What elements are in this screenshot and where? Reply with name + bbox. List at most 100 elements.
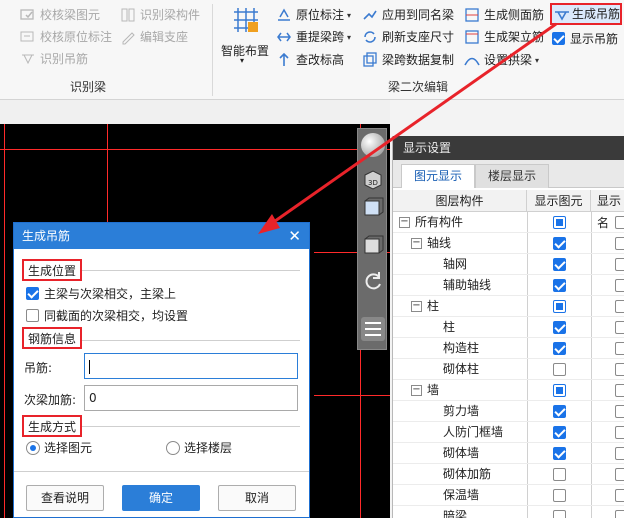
hanger-label: 吊筋: <box>24 361 53 375</box>
show-name-checkbox[interactable] <box>615 384 624 397</box>
show-element-checkbox[interactable] <box>553 279 566 292</box>
layer-name: 墙 <box>427 383 440 397</box>
layer-name: 暗梁 <box>443 509 468 518</box>
smart-layout-button[interactable]: 智能布置 ▾ <box>218 4 272 72</box>
close-icon[interactable]: ✕ <box>288 223 301 249</box>
show-name-checkbox[interactable] <box>615 363 624 376</box>
table-row[interactable]: 保温墙 <box>393 485 624 506</box>
smart-layout-icon <box>234 8 258 32</box>
show-element-checkbox[interactable] <box>553 342 566 355</box>
rotate-icon[interactable] <box>361 269 385 293</box>
cancel-button[interactable]: 取消 <box>218 485 296 511</box>
table-row[interactable]: − 轴线 <box>393 233 624 254</box>
elevation-icon <box>279 52 289 66</box>
identify-beam-icon <box>121 8 135 22</box>
apply-same-icon <box>363 10 377 20</box>
cube-view-icon[interactable] <box>361 233 385 257</box>
checkbox[interactable] <box>552 32 565 45</box>
collapse-toggle-icon[interactable]: − <box>411 301 422 312</box>
box-view-icon[interactable] <box>361 195 385 219</box>
generate-hanger-button[interactable]: 生成吊筋 <box>550 3 622 25</box>
section-rebar-info: 钢筋信息 <box>22 327 83 349</box>
copy-icon <box>363 52 377 67</box>
layer-name: 剪力墙 <box>443 404 480 418</box>
show-name-checkbox[interactable] <box>615 447 624 460</box>
show-element-checkbox[interactable] <box>553 489 566 502</box>
show-element-checkbox[interactable] <box>553 258 566 271</box>
panel-title: 显示设置 <box>393 136 624 160</box>
grid-settings-icon[interactable] <box>361 317 385 341</box>
group-label-identify-beam: 识别梁 <box>70 80 107 94</box>
checkbox[interactable] <box>26 287 39 300</box>
hanger-input[interactable] <box>84 353 298 379</box>
show-name-checkbox[interactable] <box>615 216 624 229</box>
collapse-toggle-icon[interactable]: − <box>399 217 410 228</box>
table-row[interactable]: − 墙 <box>393 380 624 401</box>
table-row[interactable]: 暗梁 <box>393 506 624 518</box>
grid-line <box>314 395 390 396</box>
show-element-checkbox[interactable] <box>553 321 566 334</box>
3d-view-icon[interactable]: 3D <box>361 167 385 191</box>
show-name-checkbox[interactable] <box>615 321 624 334</box>
show-name-checkbox[interactable] <box>615 342 624 355</box>
show-name-checkbox[interactable] <box>615 258 624 271</box>
tab-element-display[interactable]: 图元显示 <box>401 164 476 188</box>
dialog-title: 生成吊筋 <box>14 223 309 249</box>
show-name-checkbox[interactable] <box>615 300 624 313</box>
tab-floor-display[interactable]: 楼层显示 <box>475 164 550 188</box>
checkbox[interactable] <box>26 309 39 322</box>
show-name-checkbox[interactable] <box>615 279 624 292</box>
secondary-rebar-input[interactable]: 0 <box>84 385 298 411</box>
chevron-down-icon: ▾ <box>240 56 245 65</box>
table-row[interactable]: 砌体柱 <box>393 359 624 380</box>
layer-name: 柱 <box>443 320 456 334</box>
check-beam-icon <box>20 9 34 20</box>
chevron-down-icon: ▾ <box>347 32 352 42</box>
layer-name: 柱 <box>427 299 440 313</box>
table-row[interactable]: 剪力墙 <box>393 401 624 422</box>
show-element-checkbox[interactable] <box>553 405 566 418</box>
show-name-checkbox[interactable] <box>615 405 624 418</box>
table-row[interactable]: 砌体墙 <box>393 443 624 464</box>
show-element-checkbox[interactable] <box>553 300 566 313</box>
radio-button[interactable] <box>26 441 40 455</box>
table-row[interactable]: − 柱 <box>393 296 624 317</box>
show-element-checkbox[interactable] <box>553 384 566 397</box>
orbit-icon[interactable] <box>361 133 385 157</box>
ok-button[interactable]: 确定 <box>122 485 200 511</box>
hanger-icon <box>555 11 569 21</box>
show-name-checkbox[interactable] <box>615 237 624 250</box>
table-row[interactable]: 砌体加筋 <box>393 464 624 485</box>
view-help-button[interactable]: 查看说明 <box>26 485 104 511</box>
show-name-checkbox[interactable] <box>615 426 624 439</box>
table-row[interactable]: 轴网 <box>393 254 624 275</box>
check-annotation-icon <box>20 31 34 42</box>
show-element-checkbox[interactable] <box>553 237 566 250</box>
show-name-checkbox[interactable] <box>615 468 624 481</box>
panel-tabs: 图元显示 楼层显示 <box>393 160 624 188</box>
show-element-checkbox[interactable] <box>553 426 566 439</box>
chevron-down-icon: ▾ <box>535 55 540 65</box>
show-name-checkbox[interactable] <box>615 510 624 518</box>
show-element-checkbox[interactable] <box>553 363 566 376</box>
radio-button[interactable] <box>166 441 180 455</box>
collapse-toggle-icon[interactable]: − <box>411 385 422 396</box>
divider <box>14 471 309 472</box>
table-row[interactable]: 辅助轴线 <box>393 275 624 296</box>
collapse-toggle-icon[interactable]: − <box>411 238 422 249</box>
ribbon: 校核梁图元 识别梁构件 校核原位标注 编辑支座 识别吊筋 识别梁 智能布置 ▾ … <box>0 0 624 100</box>
show-element-checkbox[interactable] <box>553 447 566 460</box>
layer-name: 辅助轴线 <box>443 278 492 292</box>
show-element-checkbox[interactable] <box>553 468 566 481</box>
table-row[interactable]: 人防门框墙 <box>393 422 624 443</box>
table-row[interactable]: 构造柱 <box>393 338 624 359</box>
table-row[interactable]: − 所有构件 <box>393 212 624 233</box>
show-element-checkbox[interactable] <box>553 216 566 229</box>
group-separator <box>212 4 213 96</box>
table-header: 图层构件 显示图元 显示名 <box>393 190 624 230</box>
show-name-checkbox[interactable] <box>615 489 624 502</box>
span-icon <box>277 32 291 42</box>
show-element-checkbox[interactable] <box>553 510 566 518</box>
layer-name: 砌体加筋 <box>443 467 492 481</box>
table-row[interactable]: 柱 <box>393 317 624 338</box>
